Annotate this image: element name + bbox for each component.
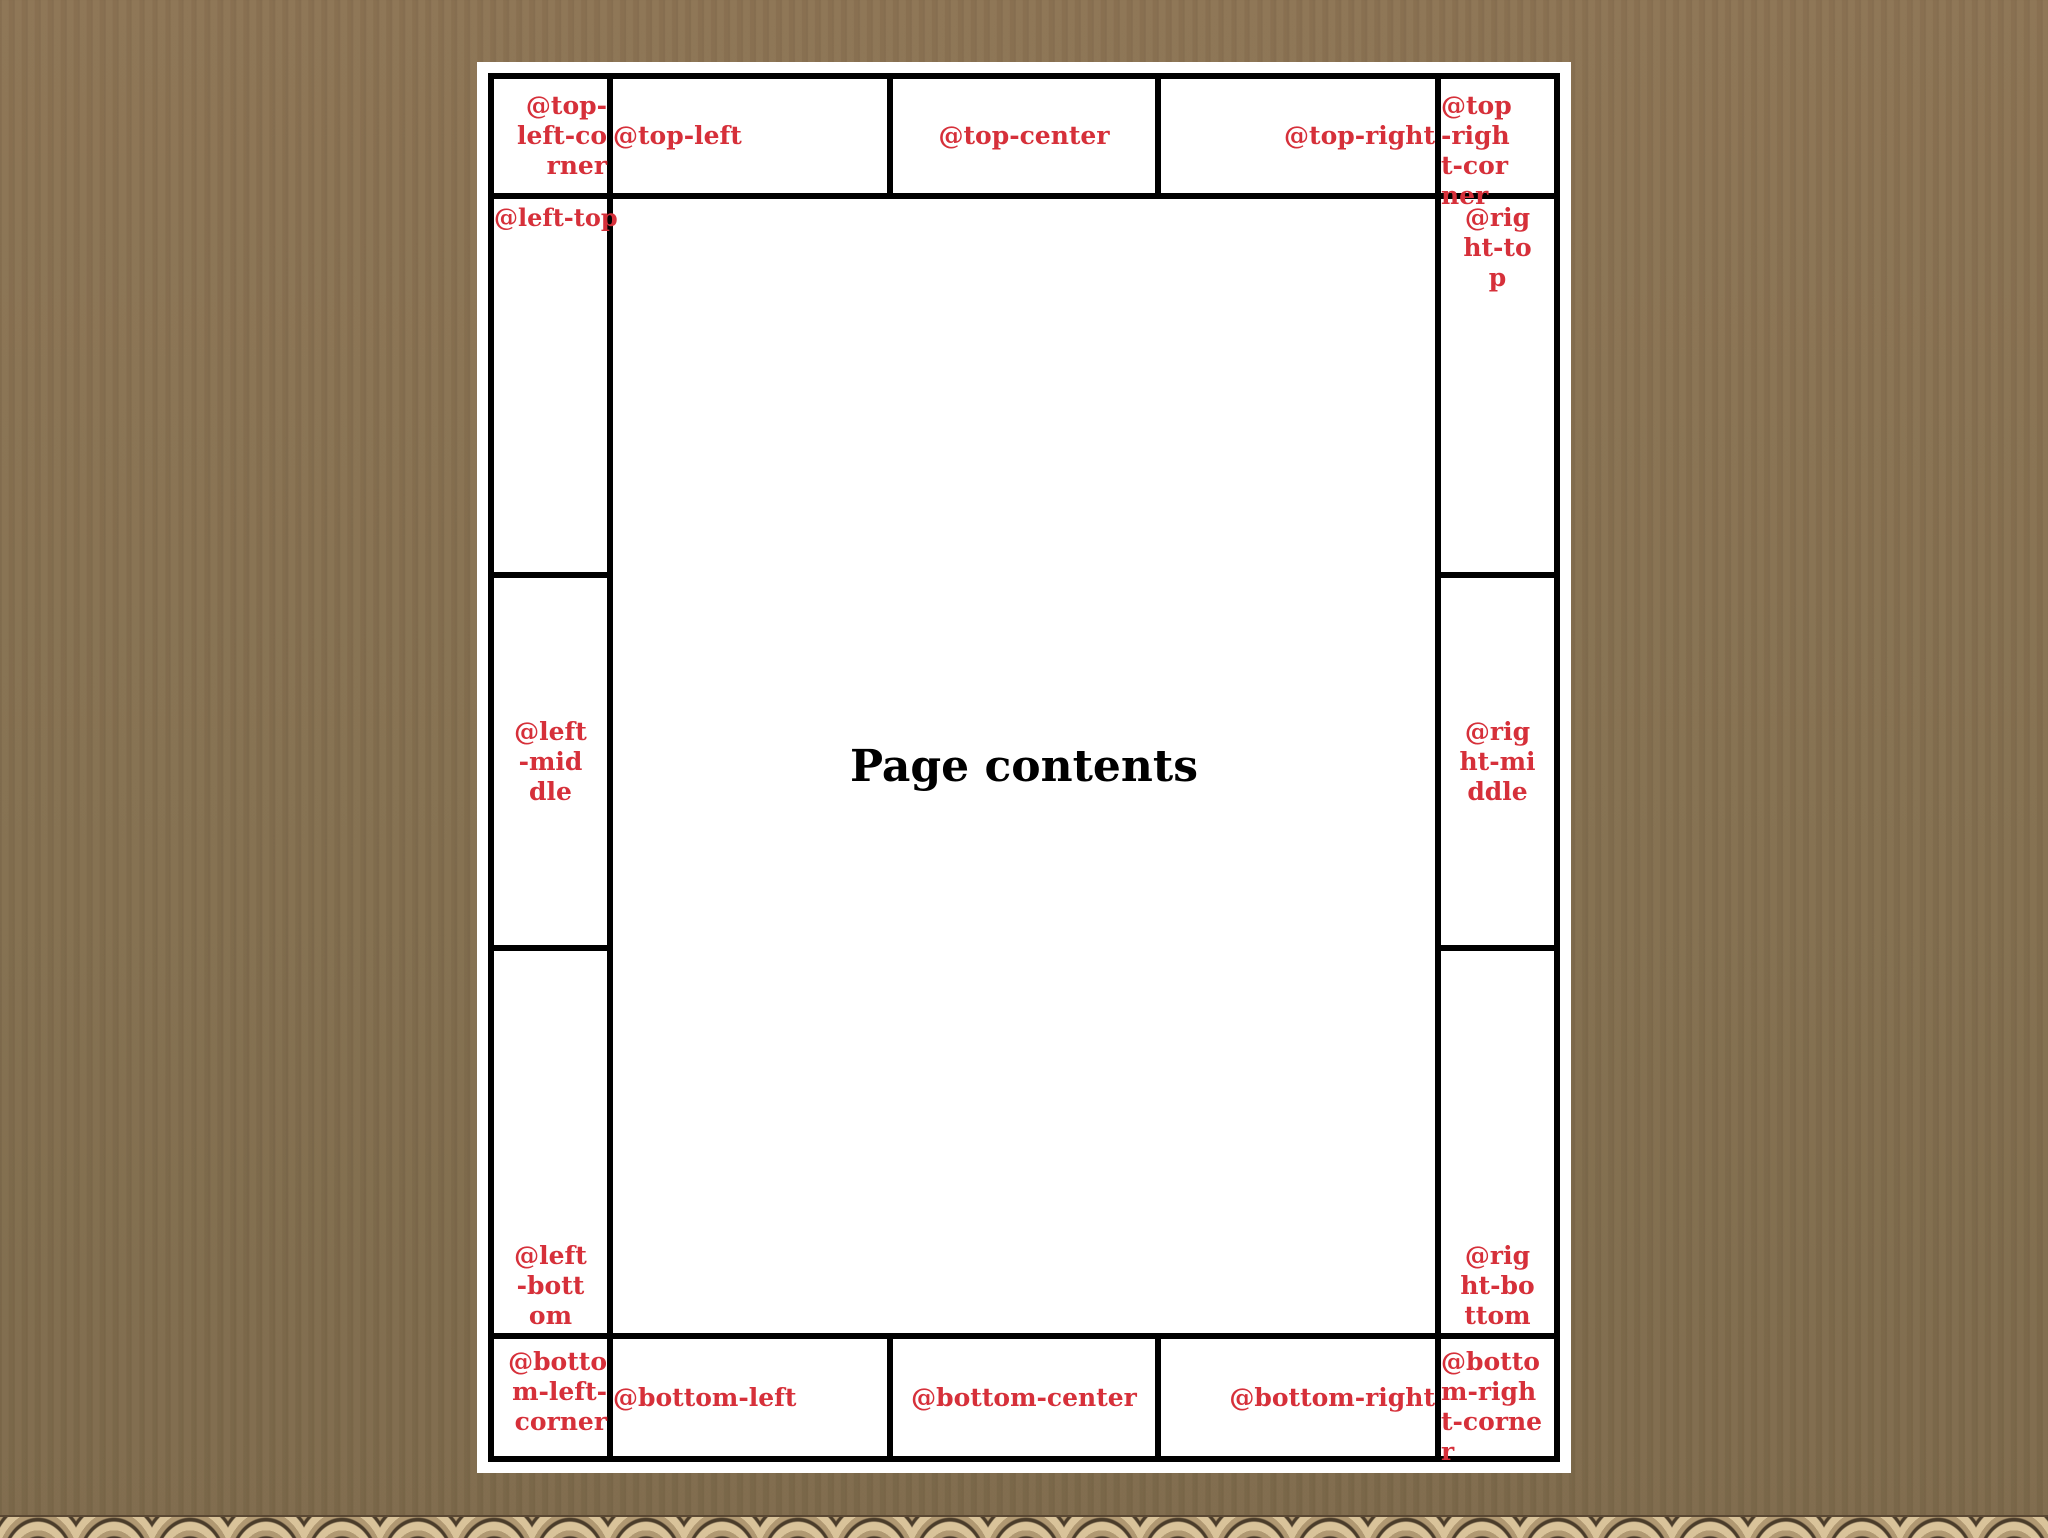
bottom-left-corner-box: @bottom-left-corner (494, 1339, 607, 1456)
margin-box-grid: @top-left-corner @top-left @top-center @… (488, 73, 1560, 1466)
left-top-label: @left-top (494, 203, 618, 232)
page-content-area: Page contents (613, 199, 1435, 1333)
page-sheet: @top-left-corner @top-left @top-center @… (477, 62, 1571, 1473)
bottom-right-box: @bottom-right (1161, 1339, 1435, 1456)
right-bottom-label: @right-bottom (1460, 1241, 1535, 1330)
left-middle-box: @left-middle (494, 578, 607, 945)
left-middle-label: @left-middle (514, 716, 587, 806)
left-bottom-label: @left-bottom (514, 1241, 587, 1330)
bottom-left-corner-label: @bottom-left-corner (508, 1347, 607, 1436)
right-middle-box: @right-middle (1441, 578, 1554, 945)
top-right-corner-label: @top-right-corner (1441, 91, 1512, 210)
bottom-right-corner-box: @bottom-right-corner (1441, 1339, 1554, 1466)
cardboard-edge (0, 1515, 2048, 1538)
right-middle-label: @right-middle (1459, 716, 1536, 806)
bottom-right-label: @bottom-right (1229, 1382, 1435, 1412)
top-right-box: @top-right (1161, 79, 1435, 193)
top-left-corner-label: @top-left-corner (517, 91, 607, 180)
top-center-box: @top-center (893, 79, 1155, 193)
top-right-label: @top-right (1284, 121, 1435, 150)
top-center-label: @top-center (938, 121, 1110, 150)
bottom-left-box: @bottom-left (613, 1339, 887, 1456)
top-left-box: @top-left (613, 79, 887, 193)
bottom-center-label: @bottom-center (911, 1382, 1137, 1412)
bottom-left-label: @bottom-left (613, 1382, 797, 1412)
left-top-box: @left-top (494, 199, 618, 572)
right-top-label: @right-top (1463, 203, 1532, 292)
page-contents-title: Page contents (849, 740, 1199, 792)
top-left-corner-box: @top-left-corner (494, 79, 607, 193)
top-left-label: @top-left (613, 121, 742, 150)
bottom-center-box: @bottom-center (893, 1339, 1155, 1456)
right-bottom-box: @right-bottom (1441, 951, 1554, 1333)
bottom-right-corner-label: @bottom-right-corner (1441, 1347, 1543, 1466)
left-bottom-box: @left-bottom (494, 951, 607, 1333)
right-top-box: @right-top (1441, 199, 1554, 572)
top-right-corner-box: @top-right-corner (1441, 79, 1554, 210)
